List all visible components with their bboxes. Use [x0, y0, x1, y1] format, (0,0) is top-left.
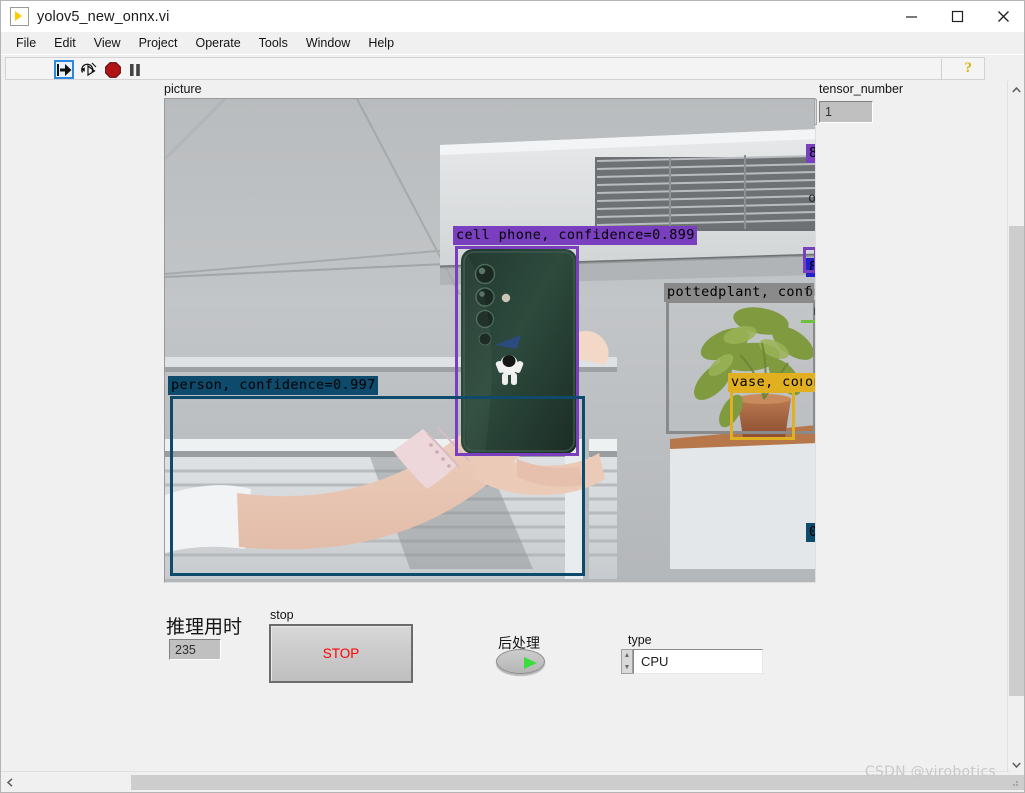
- scroll-down-icon[interactable]: [1008, 756, 1024, 773]
- clipped-fragment-4: n: [810, 302, 815, 321]
- labview-vi-window: yolov5_new_onnx.vi File Edit View Projec…: [0, 0, 1025, 793]
- inference-time-label: 推理用时: [166, 616, 243, 638]
- postprocess-toggle[interactable]: [496, 649, 545, 674]
- clipped-fragment-3: onf: [805, 284, 815, 300]
- front-panel: picture cell phone, confidence=0.899 per…: [1, 81, 1009, 773]
- context-help-icon[interactable]: ?: [965, 60, 973, 77]
- detection-label-person: person, confidence=0.997: [168, 376, 378, 395]
- detection-label-cell-phone: cell phone, confidence=0.899: [453, 226, 697, 245]
- chevron-down-icon[interactable]: ▼: [624, 664, 631, 671]
- menu-item-tools[interactable]: Tools: [250, 34, 297, 52]
- run-continuously-button[interactable]: [78, 60, 98, 79]
- window-title: yolov5_new_onnx.vi: [37, 8, 170, 25]
- menu-item-help[interactable]: Help: [359, 34, 403, 52]
- abort-execution-button[interactable]: [103, 60, 123, 79]
- run-button[interactable]: [54, 60, 74, 79]
- type-label: type: [628, 633, 652, 647]
- tensor-number-tick: [814, 99, 817, 125]
- type-ring-value[interactable]: CPU: [633, 649, 763, 674]
- close-button[interactable]: [980, 1, 1024, 32]
- stop-button[interactable]: STOP: [269, 624, 413, 683]
- title-bar: yolov5_new_onnx.vi: [1, 1, 1024, 32]
- menu-item-window[interactable]: Window: [297, 34, 359, 52]
- detection-box-vase: [730, 390, 795, 440]
- menu-item-operate[interactable]: Operate: [186, 34, 249, 52]
- toolbar-inner: ?: [5, 57, 985, 80]
- scroll-left-icon[interactable]: [1, 772, 18, 792]
- horizontal-scrollbar[interactable]: [1, 771, 1024, 792]
- chevron-up-icon[interactable]: ▲: [624, 652, 631, 659]
- stop-button-text: STOP: [322, 646, 360, 661]
- menu-item-file[interactable]: File: [7, 34, 45, 52]
- clipped-fragment-6: 0: [806, 523, 815, 542]
- menu-bar: File Edit View Project Operate Tools Win…: [1, 32, 1024, 55]
- scroll-up-icon[interactable]: [1008, 81, 1024, 98]
- menu-item-project[interactable]: Project: [130, 34, 187, 52]
- toolbar-separator: [941, 59, 942, 80]
- vi-run-icon: [10, 7, 29, 26]
- clipped-box-purple: [803, 247, 815, 273]
- tensor-number-label: tensor_number: [819, 82, 904, 96]
- menu-item-edit[interactable]: Edit: [45, 34, 85, 52]
- type-ring-increment-decrement[interactable]: ▲ ▼: [621, 649, 633, 674]
- vertical-scrollbar[interactable]: [1007, 81, 1024, 773]
- maximize-button[interactable]: [934, 1, 980, 32]
- toolbar: ? 1: [1, 54, 1024, 135]
- inference-time-indicator: 235: [169, 639, 221, 660]
- tensor-number-indicator: 1: [819, 101, 873, 123]
- clipped-fragment-5: onf: [802, 373, 815, 392]
- detection-box-person: [170, 396, 585, 576]
- minimize-button[interactable]: [888, 1, 934, 32]
- pause-button[interactable]: [125, 60, 145, 79]
- picture-label: picture: [164, 82, 202, 96]
- camera-frame: cell phone, confidence=0.899 person, con…: [165, 99, 816, 582]
- menu-item-view[interactable]: View: [85, 34, 130, 52]
- watermark: CSDN @virobotics: [864, 764, 996, 780]
- clipped-box-green: [801, 320, 815, 323]
- vertical-scroll-thumb[interactable]: [1009, 226, 1024, 696]
- picture-indicator[interactable]: cell phone, confidence=0.899 person, con…: [164, 98, 816, 583]
- detection-label-pottedplant: pottedplant, conf: [664, 283, 814, 302]
- stop-button-label: stop: [270, 608, 294, 622]
- clipped-fragment-0: 8: [806, 144, 815, 163]
- window-buttons: [888, 1, 1024, 32]
- type-ring-control[interactable]: ▲ ▼ CPU: [621, 649, 763, 674]
- clipped-fragment-1: on: [808, 190, 816, 206]
- resize-grip[interactable]: [1008, 776, 1023, 791]
